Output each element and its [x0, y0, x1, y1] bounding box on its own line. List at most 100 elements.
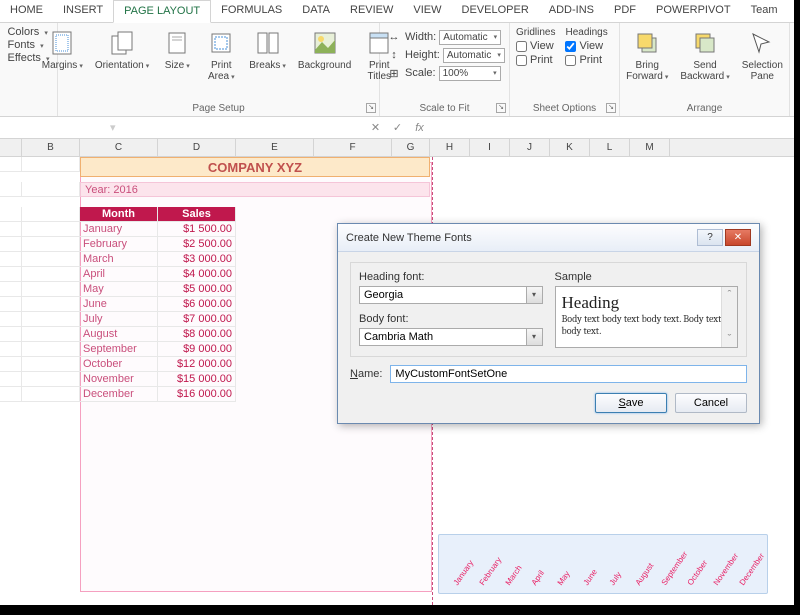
name-label: Name: — [350, 368, 382, 380]
col-header-B[interactable]: B — [22, 139, 80, 156]
tab-pdf[interactable]: PDF — [604, 0, 646, 22]
chart-category-label: January — [452, 559, 476, 587]
print-area-button[interactable]: Print Area — [201, 26, 241, 85]
orientation-button[interactable]: Orientation — [91, 26, 153, 74]
gridlines-view-check[interactable]: View — [516, 40, 555, 52]
heading-font-label: Heading font: — [359, 271, 543, 283]
cell-month[interactable]: March — [80, 252, 158, 267]
send-backward-button[interactable]: Send Backward — [676, 26, 733, 85]
tab-developer[interactable]: DEVELOPER — [452, 0, 539, 22]
sample-scrollbar[interactable]: ˆˇ — [721, 287, 737, 347]
tab-view[interactable]: VIEW — [403, 0, 451, 22]
cell-month[interactable]: April — [80, 267, 158, 282]
col-header-corner[interactable] — [0, 139, 22, 156]
col-header-M[interactable]: M — [630, 139, 670, 156]
tab-formulas[interactable]: FORMULAS — [211, 0, 292, 22]
dialog-close-button[interactable]: ✕ — [725, 229, 751, 246]
name-input[interactable] — [390, 365, 747, 383]
cell-month[interactable]: September — [80, 342, 158, 357]
col-header-H[interactable]: H — [430, 139, 470, 156]
sheet-options-launcher[interactable]: ↘ — [606, 103, 616, 113]
col-header-E[interactable]: E — [236, 139, 314, 156]
cell-sales[interactable]: $2 500.00 — [158, 237, 236, 252]
save-button[interactable]: Save — [595, 393, 667, 413]
cell-sales[interactable]: $15 000.00 — [158, 372, 236, 387]
enter-icon[interactable]: ✓ — [390, 120, 406, 136]
col-header-L[interactable]: L — [590, 139, 630, 156]
formula-bar: ▾ ✕ ✓ fx — [0, 117, 794, 139]
cell-month[interactable]: August — [80, 327, 158, 342]
arrange-label: Arrange — [620, 103, 789, 114]
height-icon: ↕ — [386, 47, 402, 63]
cell-sales[interactable]: $4 000.00 — [158, 267, 236, 282]
sheet-options-label: Sheet Options — [510, 103, 619, 114]
col-header-J[interactable]: J — [510, 139, 550, 156]
margins-button[interactable]: Margins — [38, 26, 87, 74]
cell-month[interactable]: February — [80, 237, 158, 252]
cell-sales[interactable]: $5 000.00 — [158, 282, 236, 297]
scale-to-fit-label: Scale to Fit — [380, 103, 509, 114]
tab-insert[interactable]: INSERT — [53, 0, 113, 22]
selection-pane-button[interactable]: Selection Pane — [738, 26, 787, 84]
page-setup-group: Margins Orientation Size Print Area Brea… — [58, 23, 380, 116]
headings-print-check[interactable]: Print — [565, 54, 607, 66]
chart-category-label: December — [738, 552, 767, 587]
col-header-K[interactable]: K — [550, 139, 590, 156]
tab-home[interactable]: HOME — [0, 0, 53, 22]
cell-month[interactable]: June — [80, 297, 158, 312]
col-header-G[interactable]: G — [392, 139, 430, 156]
sample-label: Sample — [555, 271, 739, 283]
cell-sales[interactable]: $3 000.00 — [158, 252, 236, 267]
col-header-I[interactable]: I — [470, 139, 510, 156]
tab-page-layout[interactable]: PAGE LAYOUT — [113, 0, 211, 23]
tab-add-ins[interactable]: ADD-INS — [539, 0, 604, 22]
create-theme-fonts-dialog: Create New Theme Fonts ? ✕ Heading font:… — [337, 223, 760, 424]
chart-category-label: March — [504, 564, 524, 587]
bring-forward-button[interactable]: Bring Forward — [622, 26, 672, 85]
fx-icon[interactable]: fx — [412, 120, 428, 136]
cell-sales[interactable]: $1 500.00 — [158, 222, 236, 237]
size-button[interactable]: Size — [157, 26, 197, 74]
cell-month[interactable]: December — [80, 387, 158, 402]
tab-powerpivot[interactable]: POWERPIVOT — [646, 0, 741, 22]
cell-month[interactable]: October — [80, 357, 158, 372]
chart-preview[interactable]: JanuaryFebruaryMarchAprilMayJuneJulyAugu… — [438, 534, 768, 594]
page-setup-launcher[interactable]: ↘ — [366, 103, 376, 113]
cell-sales[interactable]: $9 000.00 — [158, 342, 236, 357]
dialog-titlebar[interactable]: Create New Theme Fonts ? ✕ — [338, 224, 759, 252]
chart-category-label: July — [608, 570, 624, 587]
dialog-title: Create New Theme Fonts — [346, 232, 472, 244]
sample-preview: Heading Body text body text body text. B… — [555, 286, 739, 348]
breaks-button[interactable]: Breaks — [245, 26, 290, 74]
cell-sales[interactable]: $7 000.00 — [158, 312, 236, 327]
height-select[interactable]: Automatic — [443, 48, 505, 63]
dialog-help-button[interactable]: ? — [697, 229, 723, 246]
cell-month[interactable]: May — [80, 282, 158, 297]
tab-review[interactable]: REVIEW — [340, 0, 403, 22]
heading-font-select[interactable]: Georgia▾ — [359, 286, 543, 304]
header-month: Month — [80, 207, 158, 222]
cell-sales[interactable]: $6 000.00 — [158, 297, 236, 312]
cell-month[interactable]: July — [80, 312, 158, 327]
tab-team[interactable]: Team — [741, 0, 788, 22]
col-header-C[interactable]: C — [80, 139, 158, 156]
background-button[interactable]: Background — [294, 26, 355, 73]
scale-launcher[interactable]: ↘ — [496, 103, 506, 113]
cell-sales[interactable]: $12 000.00 — [158, 357, 236, 372]
col-header-D[interactable]: D — [158, 139, 236, 156]
chart-category-label: August — [634, 561, 656, 587]
ribbon-tabs: HOMEINSERTPAGE LAYOUTFORMULASDATAREVIEWV… — [0, 0, 794, 23]
width-select[interactable]: Automatic — [439, 30, 501, 45]
cancel-button[interactable]: Cancel — [675, 393, 747, 413]
cell-month[interactable]: January — [80, 222, 158, 237]
col-header-F[interactable]: F — [314, 139, 392, 156]
gridlines-print-check[interactable]: Print — [516, 54, 555, 66]
scale-select[interactable]: 100% — [439, 66, 501, 81]
cell-sales[interactable]: $8 000.00 — [158, 327, 236, 342]
headings-view-check[interactable]: View — [565, 40, 607, 52]
body-font-select[interactable]: Cambria Math▾ — [359, 328, 543, 346]
tab-data[interactable]: DATA — [292, 0, 340, 22]
cell-sales[interactable]: $16 000.00 — [158, 387, 236, 402]
cancel-icon[interactable]: ✕ — [368, 120, 384, 136]
cell-month[interactable]: November — [80, 372, 158, 387]
